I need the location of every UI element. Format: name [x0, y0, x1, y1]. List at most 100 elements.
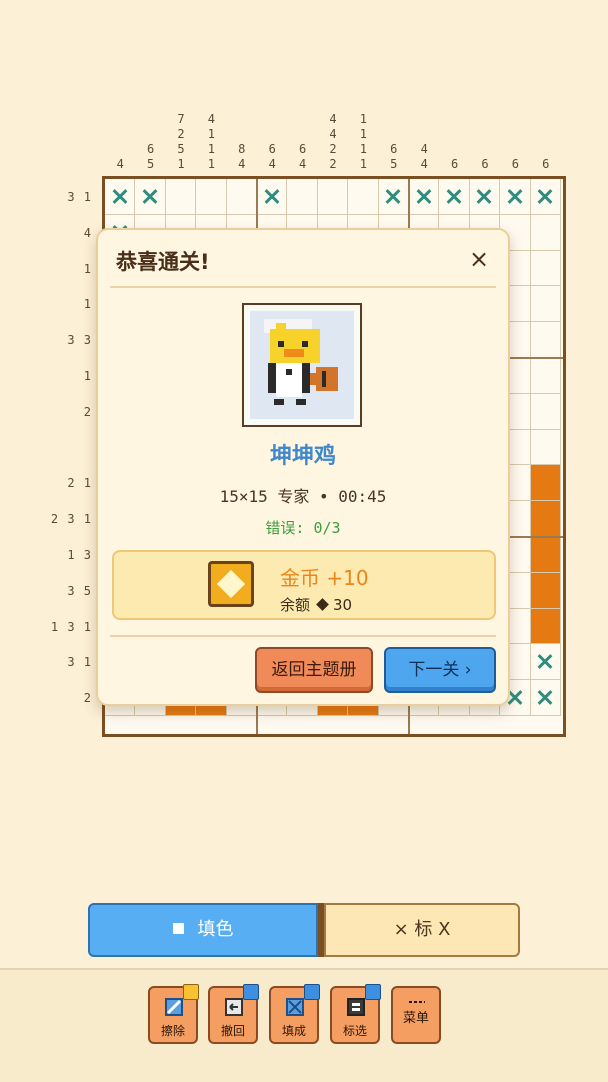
column-clue-number: 6 — [542, 157, 550, 171]
column-clue-number: 8 — [238, 142, 246, 156]
column-clue-number: 1 — [207, 142, 215, 156]
grid-cell[interactable] — [530, 250, 561, 287]
column-clue-number: 6 — [450, 157, 459, 171]
row-clue: 3 1 — [67, 189, 92, 204]
grid-cell[interactable] — [287, 179, 318, 215]
column-clue-number: 4 — [238, 157, 246, 171]
undo-icon — [225, 998, 243, 1016]
column-clue-number: 6 — [298, 142, 307, 156]
column-clue-number: 7 — [177, 112, 185, 126]
row-clue: 2 — [83, 404, 92, 419]
dialog-divider — [110, 286, 496, 288]
column-clue-number: 1 — [359, 127, 367, 141]
grid-cell[interactable] — [530, 358, 561, 394]
x-marked-cell[interactable] — [378, 179, 409, 215]
column-clue: 1111 — [348, 100, 378, 172]
mode-toggle: 填色 × 标 X — [88, 903, 520, 957]
row-clue: 1 — [83, 368, 92, 383]
grid-cell[interactable] — [530, 393, 561, 430]
x-marked-cell[interactable] — [135, 179, 166, 215]
pencil-eraser-icon — [165, 998, 183, 1016]
reward-amount: 金币 +10 — [280, 566, 369, 590]
balance-value: 30 — [333, 596, 353, 614]
row-clue — [20, 431, 92, 465]
chick-pixel-art-icon — [250, 311, 354, 419]
column-clue-number: 4 — [420, 142, 428, 156]
filled-cell[interactable] — [530, 465, 561, 502]
back-to-album-button[interactable]: 返回主题册 — [255, 647, 373, 693]
badge-icon — [365, 984, 381, 1000]
column-clue-number: 4 — [207, 112, 215, 126]
level-complete-dialog: 恭喜通关! × 坤坤鸡 15×15 专家 • 00:45 错误: 0/3 金币 … — [96, 228, 510, 706]
filled-cell[interactable] — [530, 608, 561, 645]
grid-cell[interactable] — [317, 179, 349, 215]
x-marked-cell[interactable] — [530, 680, 561, 716]
mark-select-label: 标选 — [342, 1024, 367, 1038]
x-marked-cell[interactable] — [469, 179, 501, 215]
filled-cell[interactable] — [530, 501, 561, 537]
column-clue-number: 1 — [359, 112, 367, 126]
row-clue: 2 3 1 — [50, 512, 92, 527]
grid-cell[interactable] — [196, 179, 227, 215]
row-clue: 2 — [83, 691, 92, 706]
column-clue: 4 — [105, 100, 135, 172]
fill-mode-button[interactable]: 填色 — [88, 903, 318, 957]
filled-cell[interactable] — [530, 572, 561, 609]
coin-icon — [208, 561, 254, 607]
row-clue: 2 1 — [67, 476, 92, 491]
x-marked-cell[interactable] — [409, 179, 440, 215]
column-clue: 6 — [470, 100, 500, 172]
column-clue-number: 5 — [146, 157, 155, 171]
coin-balance: 余额 30 — [280, 594, 352, 615]
column-clue: 65 — [379, 100, 409, 172]
mark-select-button[interactable]: 标选 — [330, 984, 381, 1044]
column-clue-number: 1 — [207, 157, 215, 171]
grid-cell[interactable] — [226, 179, 257, 215]
select-icon — [347, 998, 365, 1016]
column-clue: 6 — [440, 100, 470, 172]
grid-cell[interactable] — [530, 322, 561, 358]
balance-label: 余额 — [280, 596, 311, 614]
mark-mode-label: × 标 X — [393, 919, 451, 940]
column-clue-number: 6 — [511, 157, 519, 171]
column-clue: 64 — [257, 100, 287, 172]
column-clue-number: 4 — [268, 157, 276, 171]
filled-cell[interactable] — [530, 537, 561, 573]
column-clue: 4111 — [196, 100, 226, 172]
grid-cell[interactable] — [530, 429, 561, 466]
auto-fill-label: 填成 — [281, 1024, 306, 1038]
column-clue-number: 5 — [390, 157, 398, 171]
x-marked-cell[interactable] — [530, 179, 561, 215]
puzzle-artwork — [242, 303, 362, 427]
column-clue-number: 1 — [359, 157, 367, 171]
row-clue: 4 — [83, 225, 92, 240]
close-icon[interactable]: × — [464, 244, 494, 274]
grid-cell[interactable] — [530, 286, 561, 323]
x-marked-cell[interactable] — [257, 179, 288, 215]
column-clue-number: 4 — [329, 112, 337, 126]
grid-cell[interactable] — [348, 179, 379, 215]
x-marked-cell[interactable] — [439, 179, 470, 215]
column-clue-number: 2 — [329, 157, 337, 171]
row-clue: 3 3 — [67, 333, 92, 348]
menu-button[interactable]: 菜单 — [391, 986, 441, 1044]
x-marked-cell[interactable] — [500, 179, 531, 215]
column-clue: 7251 — [166, 100, 196, 172]
row-clue: 1 — [83, 297, 92, 312]
erase-button[interactable]: 擦除 — [148, 984, 199, 1044]
next-level-button[interactable]: 下一关 › — [384, 647, 496, 693]
badge-icon — [304, 984, 320, 1000]
column-clue-number: 1 — [359, 142, 367, 156]
column-clue-number: 6 — [146, 142, 155, 156]
grid-cell[interactable] — [165, 179, 197, 215]
dialog-title: 恭喜通关! — [116, 250, 210, 274]
mark-x-mode-button[interactable]: × 标 X — [324, 903, 520, 957]
x-marked-cell[interactable] — [105, 179, 136, 215]
undo-button[interactable]: 撤回 — [208, 984, 259, 1044]
x-marked-cell[interactable] — [530, 644, 561, 681]
row-clue: 1 — [83, 261, 92, 276]
grid-cell[interactable] — [530, 214, 561, 251]
column-clue: 4422 — [318, 100, 348, 172]
fill-mode-label: 填色 — [197, 919, 234, 940]
auto-fill-button[interactable]: 填成 — [269, 984, 320, 1044]
